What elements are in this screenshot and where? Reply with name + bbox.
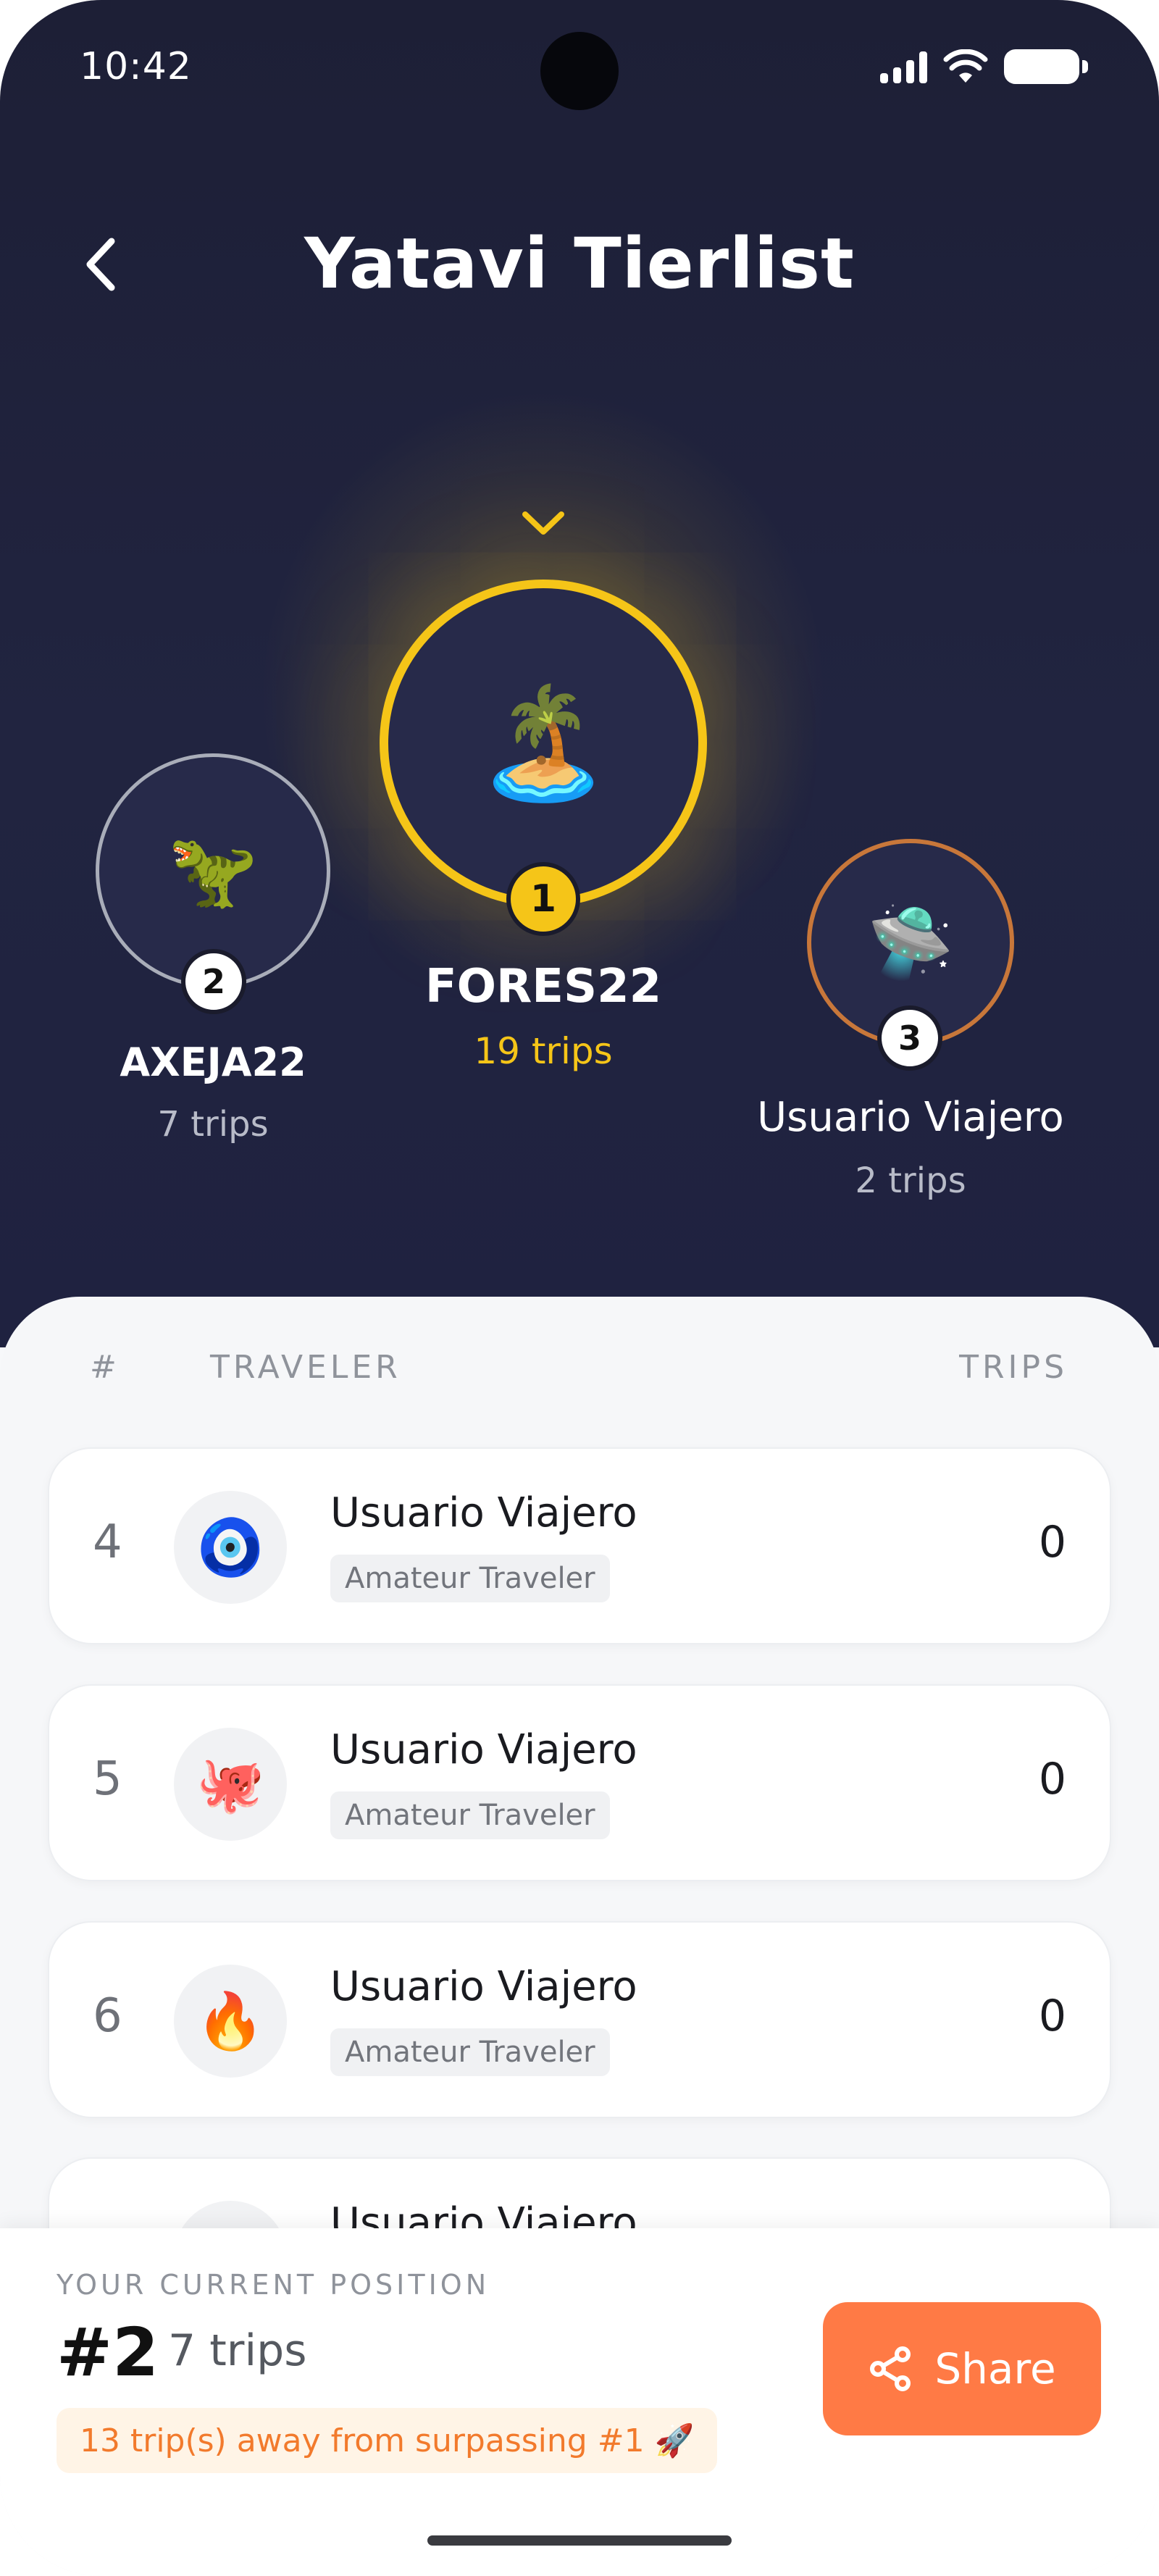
- position-label: YOUR CURRENT POSITION: [57, 2269, 490, 2301]
- leaderboard-row[interactable]: 5 🐙 Usuario Viajero Amateur Traveler 0: [48, 1684, 1111, 1881]
- column-header-traveler: TRAVELER: [210, 1349, 401, 1386]
- row-tag: Amateur Traveler: [330, 1555, 610, 1602]
- row-rank: 4: [93, 1515, 122, 1569]
- row-trips: 0: [1038, 1754, 1066, 1805]
- podium-name-first: FORES22: [424, 960, 662, 1013]
- leaderboard-row[interactable]: 6 🔥 Usuario Viajero Amateur Traveler 0: [48, 1921, 1111, 2118]
- evil-eye-icon: 🧿: [174, 1491, 287, 1604]
- podium-name-second: AXEJA22: [120, 1040, 306, 1085]
- island-icon: 🏝️: [475, 680, 611, 806]
- position-trips: 7 trips: [168, 2325, 307, 2376]
- podium-hero: 10:42 Yatavi Tierlist 🏝️ 1 FORES22 19 tr…: [0, 0, 1159, 1347]
- octopus-icon: 🐙: [174, 1728, 287, 1841]
- position-rank: #2: [57, 2314, 159, 2391]
- rank-badge-second: 2: [181, 949, 246, 1014]
- share-label: Share: [934, 2344, 1056, 2393]
- status-time: 10:42: [80, 45, 192, 88]
- ufo-icon: 🛸: [867, 901, 954, 983]
- fire-icon: 🔥: [174, 1965, 287, 2078]
- podium-trips-first: 19 trips: [474, 1030, 613, 1072]
- column-header-trips: TRIPS: [959, 1349, 1068, 1386]
- wifi-icon: [943, 49, 988, 83]
- front-camera: [540, 32, 619, 110]
- chevron-down-icon: [522, 511, 564, 535]
- rank-badge-third: 3: [877, 1005, 942, 1071]
- row-tag: Amateur Traveler: [330, 2028, 610, 2076]
- podium-trips-second: 7 trips: [157, 1104, 269, 1145]
- current-position-panel: YOUR CURRENT POSITION #2 7 trips 13 trip…: [0, 2228, 1159, 2576]
- row-rank: 6: [93, 1989, 122, 2043]
- share-icon: [870, 2346, 911, 2391]
- podium-name-third: Usuario Viajero: [757, 1094, 1064, 1141]
- row-trips: 0: [1038, 1517, 1066, 1568]
- row-tag: Amateur Traveler: [330, 1791, 610, 1839]
- progress-note: 13 trip(s) away from surpassing #1 🚀: [57, 2408, 718, 2473]
- status-icons: [880, 49, 1088, 84]
- dinosaur-icon: 🦖: [167, 828, 259, 913]
- row-name: Usuario Viajero: [330, 1726, 637, 1773]
- battery-icon: [1004, 49, 1088, 84]
- signal-icon: [880, 50, 927, 83]
- row-rank: 5: [93, 1752, 122, 1806]
- leaderboard-row[interactable]: 4 🧿 Usuario Viajero Amateur Traveler 0: [48, 1447, 1111, 1644]
- column-header-rank: #: [90, 1349, 120, 1386]
- podium-avatar-first[interactable]: 🏝️: [380, 580, 707, 907]
- page-title: Yatavi Tierlist: [304, 223, 855, 304]
- podium-trips-third: 2 trips: [855, 1161, 966, 1201]
- rank-badge-first: 1: [506, 862, 580, 936]
- phone-screen: 10:42 Yatavi Tierlist 🏝️ 1 FORES22 19 tr…: [0, 0, 1159, 2576]
- row-trips: 0: [1038, 1991, 1066, 2041]
- row-name: Usuario Viajero: [330, 1963, 637, 2010]
- row-name: Usuario Viajero: [330, 1489, 637, 1536]
- share-button[interactable]: Share: [823, 2302, 1101, 2435]
- home-indicator[interactable]: [427, 2535, 732, 2546]
